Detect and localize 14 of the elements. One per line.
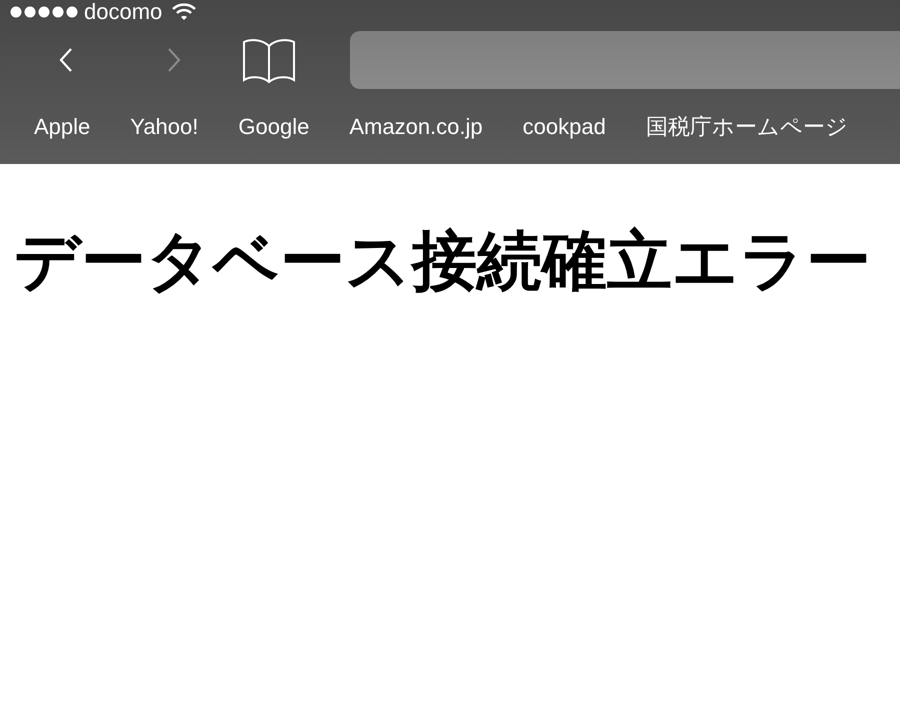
favorite-link[interactable]: 国税庁ホームページ [646,116,848,138]
favorite-link[interactable]: Yahoo! [130,116,198,138]
favorite-link[interactable]: Amazon.co.jp [349,116,483,138]
bookmarks-icon[interactable] [242,36,296,84]
chevron-right-icon [166,47,182,73]
carrier-name: docomo [84,1,162,23]
signal-icon [10,6,78,18]
wifi-icon [172,3,196,21]
page-heading: データベース接続確立エラー [14,228,872,293]
favorite-link[interactable]: cookpad [522,116,606,138]
chevron-left-icon [58,47,74,73]
favorite-link[interactable]: Apple [34,116,90,138]
favorite-link[interactable]: Google [238,116,310,138]
address-field[interactable] [350,31,900,89]
